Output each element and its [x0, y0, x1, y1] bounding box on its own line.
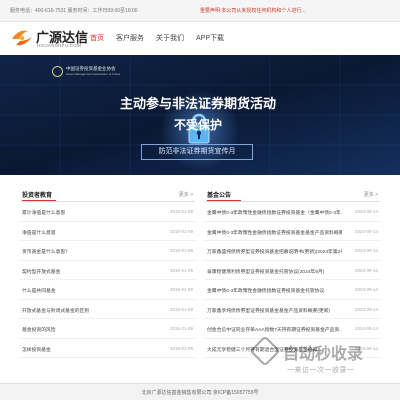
item-title[interactable]: 基金投资的风险	[22, 326, 56, 333]
banner-headline: 主动参与非法证券期货活动	[119, 96, 276, 111]
site-logo[interactable]: 广源达信 HGUANSHFU.COM	[10, 26, 88, 52]
site-footer: 北京广源达信基金销售有限公司 京ICP备15057755号	[0, 383, 400, 400]
item-date: 2024-09-14	[354, 228, 378, 234]
item-title[interactable]: 净值是什么意思	[22, 229, 56, 236]
item-title[interactable]: 累计净值是什么意思	[22, 209, 65, 216]
more-link[interactable]: 更多 >	[179, 191, 193, 198]
item-title[interactable]: 开放式基金与封闭式基金的区别	[22, 307, 89, 314]
notice-link[interactable]: 重要声明:本公司从未授权任何机构和个人进行...	[200, 7, 306, 14]
footer-text: 北京广源达信基金销售有限公司 京ICP备15057755号	[141, 390, 259, 396]
banner-subline: 不受保护	[173, 118, 222, 132]
banner-tagline: 防范非法证券期货宣传月	[141, 144, 253, 160]
watermark-overlay: 自动秒收录 一来访一次一收录一	[249, 335, 394, 380]
item-date: 2016-01-09	[169, 326, 193, 331]
item-title[interactable]: 金鹰中债0-3年政策性金融债指数证券投资基金（金鹰中债0-3年...	[207, 209, 342, 216]
list-item[interactable]: 万家鑫享纯债债券型证券投资基金基金产品资料概要(更新) 2024-09-14	[205, 300, 380, 319]
nav-customer-service[interactable]: 客户服务	[110, 22, 150, 55]
list-item[interactable]: 怎样投资基金 2016-01-09	[20, 339, 195, 358]
list-item[interactable]: 万家鑫盛纯债债券型证券投资基金招募说明书(更新)(2024年第2号) 2024-0…	[205, 241, 380, 261]
item-date: 2016-01-09	[169, 248, 193, 253]
main-nav: 首页 客户服务 关于我们 APP下载	[84, 22, 230, 55]
list-item[interactable]: 创金合信中证同业存单AAA指数7天持有期证券投资基金产品资... 2024-09-…	[205, 319, 380, 339]
nav-app-download[interactable]: APP下载	[190, 22, 230, 55]
list-item[interactable]: 什么是共同基金 2016-01-09	[20, 280, 195, 300]
list-item[interactable]: 基金投资的风险 2016-01-09	[20, 319, 195, 339]
watermark-text: 自动秒收录	[283, 346, 364, 363]
item-title[interactable]: 万家鑫盛纯债债券型证券投资基金招募说明书(更新)(2024年第2号)	[207, 248, 342, 255]
fund-announcements-panel: 基金公告 更多 > 金鹰中债0-3年政策性金融债指数证券投资基金（金鹰中债0-3…	[205, 188, 380, 358]
watermark-subtext: 一来访一次一收录一	[287, 367, 355, 374]
item-date: 2016-01-09	[169, 228, 193, 234]
panel-header: 基金公告 更多 >	[205, 188, 380, 202]
logo-icon	[12, 30, 32, 46]
item-title[interactable]: 怎样投资基金	[22, 346, 51, 353]
logo-subtext: HGUANSHFU.COM	[37, 43, 82, 48]
item-date: 2016-01-09	[169, 306, 193, 312]
item-date: 2016-01-09	[169, 287, 193, 292]
list-item[interactable]: 货币基金是什么意思？ 2016-01-09	[20, 241, 195, 261]
item-date: 2016-01-09	[169, 209, 193, 214]
site-header: 广源达信 HGUANSHFU.COM 首页 客户服务 关于我们 APP下载	[0, 22, 400, 55]
top-bar: 服务电话：400-616-7531 服务时间：工作日09:00至18:00 重要…	[0, 0, 400, 22]
nav-home[interactable]: 首页	[84, 22, 110, 55]
list-item[interactable]: 金鹰中债0-3年政策性金融债指数证券投资基金基金产品资料概要 2024-09-14	[205, 222, 380, 241]
item-title[interactable]: 金鹰中债0-3年政策性金融债指数证券投资基金托管协议	[207, 287, 324, 294]
contact-info: 服务电话：400-616-7531 服务时间：工作日09:00至18:00	[10, 8, 138, 14]
list-item[interactable]: 开放式基金与封闭式基金的区别 2016-01-09	[20, 300, 195, 319]
list-item[interactable]: 累计净值是什么意思 2016-01-09	[20, 202, 195, 222]
item-date: 2024-09-14	[354, 326, 378, 331]
item-date: 2024-09-14	[354, 267, 378, 273]
panel-title: 投资者教育	[22, 190, 57, 201]
association-seal-icon	[52, 66, 63, 77]
association-english-name: Asset Management Association of China	[66, 72, 120, 76]
list-item[interactable]: 契约型开放式基金 2016-01-09	[20, 261, 195, 280]
more-link[interactable]: 更多 >	[364, 191, 378, 198]
item-date: 2024-09-14	[354, 209, 378, 214]
item-date: 2024-09-14	[354, 287, 378, 292]
association-mark: 中国证券投资基金业协会 Asset Management Association…	[52, 65, 142, 79]
item-date: 2024-09-14	[354, 248, 378, 253]
list-item[interactable]: 泰康稳健增利债券型证券投资基金托管协议(2024年9月) 2024-09-14	[205, 261, 380, 280]
investor-education-panel: 投资者教育 更多 > 累计净值是什么意思 2016-01-09 净值是什么意思 20…	[20, 188, 195, 358]
item-title[interactable]: 万家鑫享纯债债券型证券投资基金基金产品资料概要(更新)	[207, 307, 330, 314]
item-title[interactable]: 泰康稳健增利债券型证券投资基金托管协议(2024年9月)	[207, 268, 324, 275]
panel-header: 投资者教育 更多 >	[20, 188, 195, 202]
watermark-badge-icon	[249, 335, 281, 367]
list-item[interactable]: 净值是什么意思 2016-01-09	[20, 222, 195, 241]
item-title[interactable]: 什么是共同基金	[22, 287, 56, 294]
panel-title: 基金公告	[207, 190, 242, 201]
item-title[interactable]: 创金合信中证同业存单AAA指数7天持有期证券投资基金产品资...	[207, 326, 342, 333]
item-date: 2016-01-09	[169, 267, 193, 273]
list-item[interactable]: 金鹰中债0-3年政策性金融债指数证券投资基金托管协议 2024-09-14	[205, 280, 380, 300]
list-item[interactable]: 金鹰中债0-3年政策性金融债指数证券投资基金（金鹰中债0-3年... 2024-0…	[205, 202, 380, 222]
item-date: 2024-09-14	[354, 306, 378, 312]
item-date: 2016-01-09	[169, 345, 193, 351]
item-title[interactable]: 金鹰中债0-3年政策性金融债指数证券投资基金基金产品资料概要	[207, 229, 342, 236]
item-title[interactable]: 货币基金是什么意思？	[22, 248, 70, 255]
nav-about-us[interactable]: 关于我们	[150, 22, 190, 55]
item-title[interactable]: 契约型开放式基金	[22, 268, 60, 275]
